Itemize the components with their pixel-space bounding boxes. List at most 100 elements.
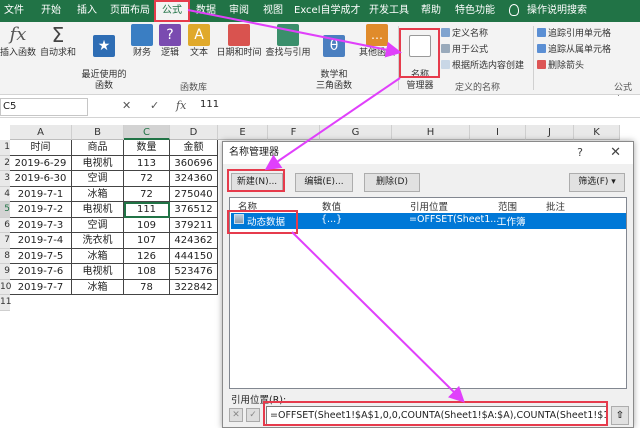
names-list[interactable]: 名称 数值 引用位置 范围 批注 动态数据 {...} =OFFSET(Shee… [229, 197, 627, 389]
trace-precedents-button[interactable]: 追踪引用单元格 [537, 28, 611, 40]
row-header-10[interactable]: 10 [0, 279, 11, 295]
use-in-formula-button[interactable]: 用于公式 [441, 44, 488, 56]
tab-data[interactable]: 数据 [193, 0, 219, 22]
column-header-e[interactable]: E [218, 125, 268, 140]
table-cell[interactable]: 电视机 [72, 202, 124, 218]
column-header-scope[interactable]: 范围 [498, 199, 517, 213]
column-header-a[interactable]: A [10, 125, 72, 140]
table-cell[interactable]: 72 [124, 171, 170, 187]
delete-name-button[interactable]: 删除(D) [364, 173, 420, 192]
table-cell[interactable]: 2019-7-6 [10, 264, 72, 280]
row-header-9[interactable]: 9 [0, 264, 10, 280]
autosum-button[interactable]: Σ 自动求和 [38, 24, 78, 59]
table-cell[interactable]: 72 [124, 186, 170, 202]
table-cell[interactable]: 2019-7-4 [10, 233, 72, 249]
tab-insert[interactable]: 插入 [73, 0, 101, 22]
edit-name-button[interactable]: 编辑(E)... [295, 173, 353, 192]
row-header-5[interactable]: 5 [0, 202, 10, 218]
table-cell[interactable]: 111 [124, 202, 170, 218]
date-time-button[interactable]: 日期和时间 [214, 24, 264, 59]
table-cell[interactable]: 2019-7-1 [10, 186, 72, 202]
table-cell[interactable]: 360696 [170, 155, 218, 171]
table-cell[interactable]: 2019-7-3 [10, 217, 72, 233]
table-cell[interactable]: 109 [124, 217, 170, 233]
column-header-c[interactable]: C [124, 125, 170, 140]
table-cell[interactable]: 113 [124, 155, 170, 171]
tab-file[interactable]: 文件 [0, 0, 28, 22]
tab-excel-self-study[interactable]: Excel自学成才 [294, 0, 361, 22]
cancel-icon[interactable]: ✕ [122, 99, 131, 112]
table-cell[interactable]: 78 [124, 279, 170, 295]
table-cell[interactable]: 2019-7-5 [10, 248, 72, 264]
table-cell[interactable]: 444150 [170, 248, 218, 264]
table-cell[interactable]: 空调 [72, 217, 124, 233]
row-header-7[interactable]: 7 [0, 233, 10, 249]
insert-function-button[interactable]: fx 插入函数 [0, 24, 36, 59]
table-cell[interactable]: 523476 [170, 264, 218, 280]
finance-button[interactable]: 财务 [130, 24, 154, 59]
tab-page-layout[interactable]: 页面布局 [107, 0, 153, 22]
collapse-dialog-button[interactable]: ⇧ [611, 406, 629, 425]
tab-view[interactable]: 视图 [260, 0, 286, 22]
tab-special-features[interactable]: 特色功能 [452, 0, 498, 22]
tab-help[interactable]: 帮助 [418, 0, 444, 22]
table-cell[interactable]: 126 [124, 248, 170, 264]
column-header-refers-to[interactable]: 引用位置 [410, 199, 448, 213]
table-cell[interactable]: 金额 [170, 140, 218, 156]
row-header-11[interactable]: 11 [0, 295, 11, 311]
tab-review[interactable]: 审阅 [226, 0, 252, 22]
new-name-button[interactable]: 新建(N)... [231, 173, 283, 192]
table-cell[interactable]: 379211 [170, 217, 218, 233]
tab-developer[interactable]: 开发工具 [367, 0, 411, 22]
column-header-f[interactable]: F [268, 125, 320, 140]
table-cell[interactable]: 322842 [170, 279, 218, 295]
table-cell[interactable]: 电视机 [72, 264, 124, 280]
column-header-k[interactable]: K [574, 125, 620, 140]
column-header-value[interactable]: 数值 [322, 199, 341, 213]
name-box[interactable]: C5 [0, 98, 88, 116]
math-trig-button[interactable]: θ 数学和 三角函数 [312, 24, 356, 92]
column-header-d[interactable]: D [170, 125, 218, 140]
help-icon[interactable]: ? [577, 142, 583, 164]
fx-icon[interactable]: fx [176, 99, 186, 112]
table-cell[interactable]: 2019-6-30 [10, 171, 72, 187]
tab-home[interactable]: 开始 [36, 0, 66, 22]
table-cell[interactable]: 108 [124, 264, 170, 280]
define-name-button[interactable]: 定义名称 [441, 28, 488, 40]
column-header-h[interactable]: H [392, 125, 470, 140]
table-cell[interactable]: 376512 [170, 202, 218, 218]
column-header-b[interactable]: B [72, 125, 124, 140]
table-cell[interactable]: 冰箱 [72, 186, 124, 202]
row-header-6[interactable]: 6 [0, 217, 10, 233]
table-cell[interactable]: 冰箱 [72, 248, 124, 264]
table-cell[interactable]: 电视机 [72, 155, 124, 171]
remove-arrows-button[interactable]: 删除箭头 [537, 60, 584, 72]
row-header-2[interactable]: 2 [0, 155, 10, 171]
tell-me-search[interactable]: 操作说明搜索 [524, 0, 590, 22]
check-icon[interactable]: ✓ [150, 99, 159, 112]
column-header-j[interactable]: J [526, 125, 574, 140]
trace-dependents-button[interactable]: 追踪从属单元格 [537, 44, 611, 56]
formula-input[interactable]: 111 [200, 99, 219, 110]
name-manager-button[interactable]: 名称 管理器 [402, 24, 438, 92]
close-icon[interactable]: ✕ [610, 142, 621, 164]
table-cell[interactable]: 275040 [170, 186, 218, 202]
logical-button[interactable]: ? 逻辑 [158, 24, 182, 59]
refers-to-input[interactable]: =OFFSET(Sheet1!$A$1,0,0,COUNTA(Sheet1!$A… [266, 406, 608, 425]
table-cell[interactable]: 324360 [170, 171, 218, 187]
table-cell[interactable]: 空调 [72, 171, 124, 187]
column-header-g[interactable]: G [320, 125, 392, 140]
check-icon[interactable]: ✓ [246, 408, 260, 422]
lookup-reference-button[interactable]: 查找与引用 [264, 24, 312, 59]
table-cell[interactable]: 424362 [170, 233, 218, 249]
table-cell[interactable]: 2019-7-2 [10, 202, 72, 218]
table-cell[interactable]: 数量 [124, 140, 170, 156]
more-functions-button[interactable]: … 其他函数 [357, 24, 397, 59]
list-item[interactable]: 动态数据 {...} =OFFSET(Sheet1... 工作簿 [231, 213, 626, 229]
table-cell[interactable]: 时间 [10, 140, 72, 156]
table-cell[interactable]: 商品 [72, 140, 124, 156]
filter-button[interactable]: 筛选(F) ▾ [569, 173, 625, 192]
table-cell[interactable]: 2019-7-7 [10, 279, 72, 295]
table-cell[interactable]: 2019-6-29 [10, 155, 72, 171]
table-cell[interactable]: 洗衣机 [72, 233, 124, 249]
